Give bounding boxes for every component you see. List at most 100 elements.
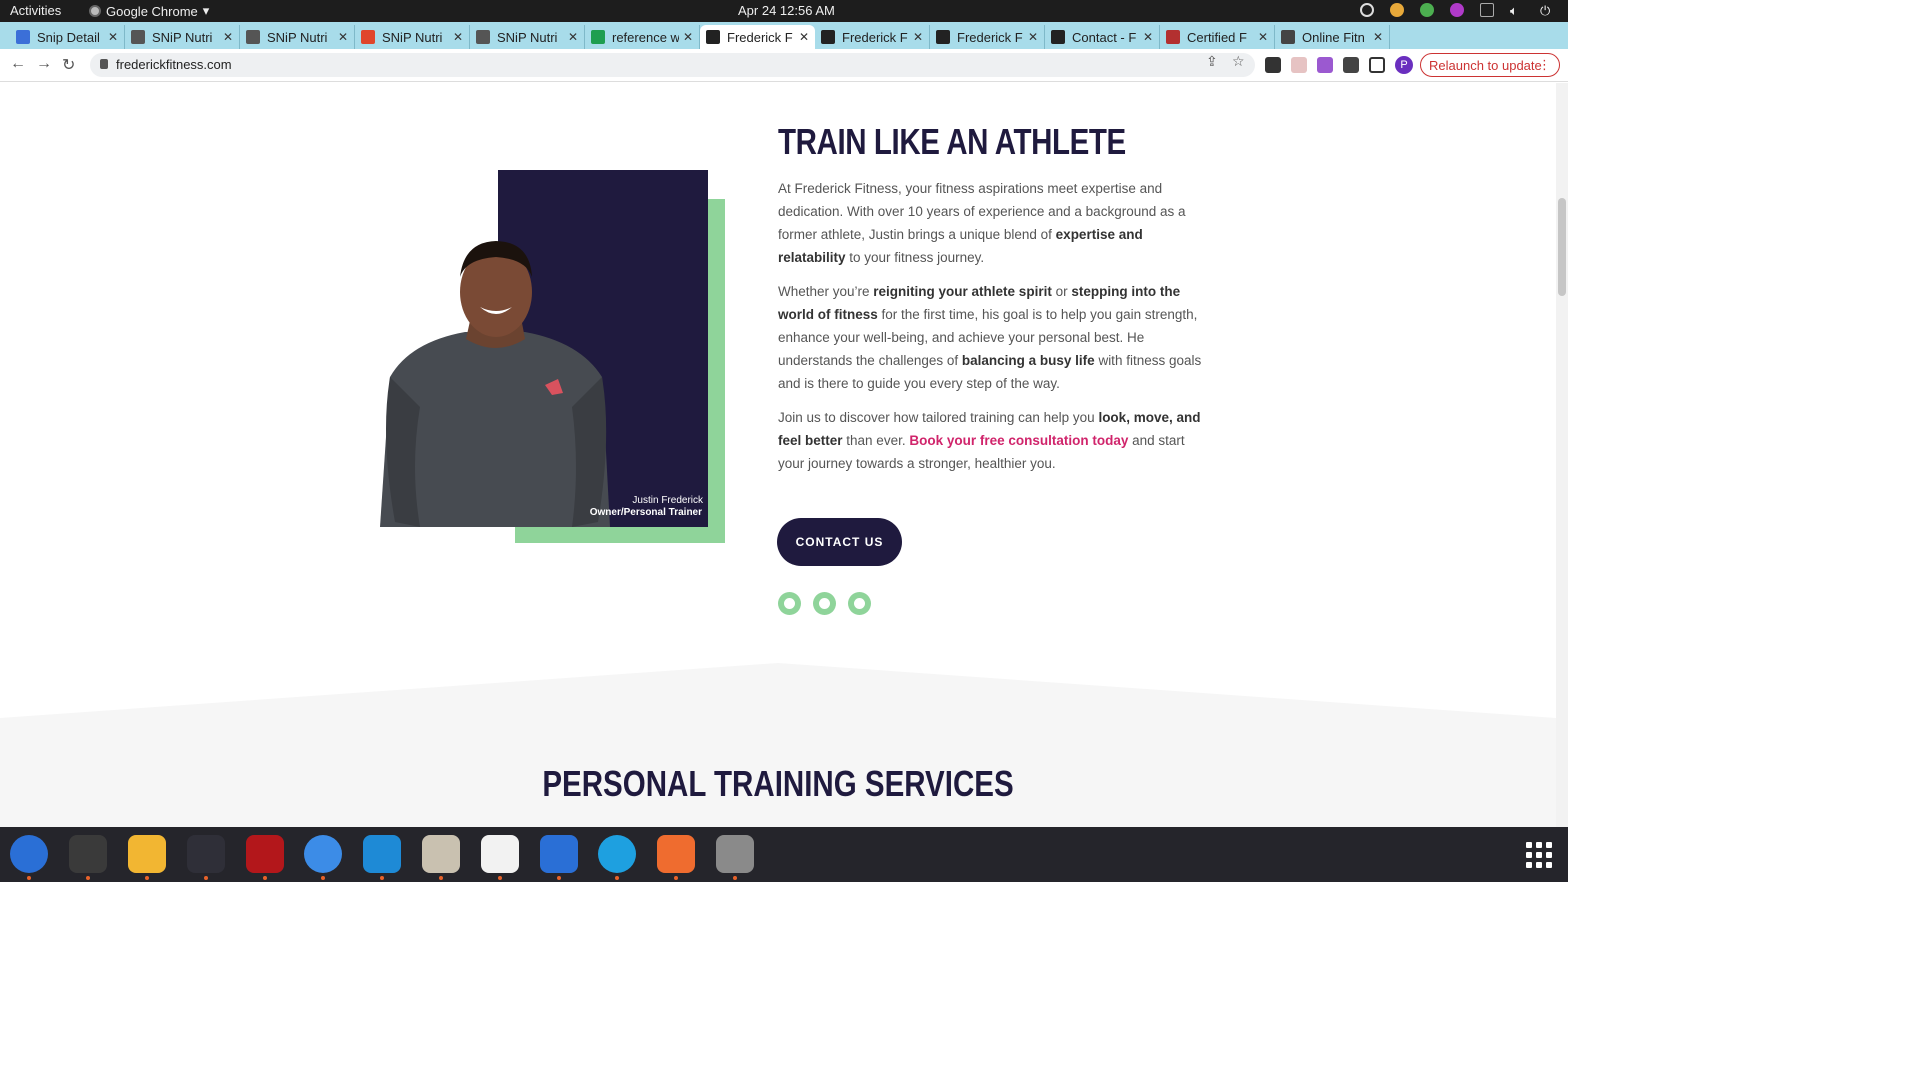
chrome-icon[interactable] (304, 835, 342, 873)
vscode-icon[interactable] (363, 835, 401, 873)
browser-tab[interactable]: reference w ✕ (585, 25, 700, 49)
browser-tab[interactable]: Frederick F ✕ (930, 25, 1045, 49)
intro-paragraph: At Frederick Fitness, your fitness aspir… (778, 181, 1186, 265)
bookmark-star-icon[interactable]: ☆ (1232, 53, 1245, 70)
facebook-icon[interactable] (778, 592, 801, 615)
tab-favicon-icon (16, 30, 30, 44)
browser-tab[interactable]: Frederick F ✕ (815, 25, 930, 49)
activities-button[interactable]: Activities (10, 3, 61, 18)
disk-utility-icon[interactable] (716, 835, 754, 873)
share-icon[interactable]: ⇪ (1206, 53, 1218, 70)
consultation-link[interactable]: Book your free consultation today (909, 433, 1128, 448)
twitter-icon[interactable] (813, 592, 836, 615)
filezilla-icon[interactable] (246, 835, 284, 873)
chrome-tray-icon[interactable] (1390, 3, 1404, 17)
running-indicator (204, 876, 208, 880)
browser-tab[interactable]: Snip Detail ✕ (10, 25, 125, 49)
relaunch-button[interactable]: Relaunch to update ⋮ (1420, 53, 1560, 77)
tab-close-icon[interactable]: ✕ (453, 30, 463, 44)
trainer-photo (380, 241, 610, 527)
tab-close-icon[interactable]: ✕ (913, 30, 923, 44)
tab-close-icon[interactable]: ✕ (1143, 30, 1153, 44)
tab-favicon-icon (361, 30, 375, 44)
tab-close-icon[interactable]: ✕ (223, 30, 233, 44)
puzzle-extensions-icon[interactable] (1343, 57, 1359, 73)
running-indicator (557, 876, 561, 880)
tab-close-icon[interactable]: ✕ (338, 30, 348, 44)
dock (0, 827, 1568, 882)
tab-label: SNiP Nutri (382, 29, 443, 45)
pen-extension-icon[interactable] (1317, 57, 1333, 73)
tab-strip: Snip Detail ✕ SNiP Nutri ✕ SNiP Nutri ✕ SNiP N… (0, 22, 1568, 67)
tab-close-icon[interactable]: ✕ (683, 30, 693, 44)
running-indicator (321, 876, 325, 880)
status-icon[interactable] (1360, 3, 1374, 17)
browser-tab[interactable]: Contact - F ✕ (1045, 25, 1160, 49)
power-icon[interactable]: ⏻ (1540, 3, 1554, 18)
tab-close-icon[interactable]: ✕ (1258, 30, 1268, 44)
tab-favicon-icon (1166, 30, 1180, 44)
tab-label: Frederick F (727, 29, 793, 45)
calculator-icon[interactable] (128, 835, 166, 873)
running-indicator (86, 876, 90, 880)
tab-close-icon[interactable]: ✕ (568, 30, 578, 44)
running-indicator (263, 876, 267, 880)
browser-tab[interactable]: SNiP Nutri ✕ (125, 25, 240, 49)
instagram-icon[interactable] (848, 592, 871, 615)
running-indicator (439, 876, 443, 880)
forward-button[interactable]: → (36, 55, 52, 73)
clock[interactable]: Apr 24 12:56 AM (738, 3, 835, 18)
calendar-extension-icon[interactable] (1291, 57, 1307, 73)
tab-close-icon[interactable]: ✕ (1373, 30, 1383, 44)
page-scrollbar[interactable] (1556, 83, 1568, 827)
tab-label: Frederick F (957, 29, 1023, 45)
libreoffice-writer-icon[interactable] (540, 835, 578, 873)
thunderbird-icon[interactable] (10, 835, 48, 873)
browser-toolbar: ← → ↻ frederickfitness.com ⇪ ☆ P Relaunc… (0, 49, 1568, 82)
system-top-bar: Activities Google Chrome ▾ Apr 24 12:56 … (0, 0, 1568, 22)
tab-close-icon[interactable]: ✕ (1028, 30, 1038, 44)
terminal-icon[interactable] (69, 835, 107, 873)
browser-tab[interactable]: SNiP Nutri ✕ (355, 25, 470, 49)
reload-button[interactable]: ↻ (62, 55, 75, 75)
tab-close-icon[interactable]: ✕ (799, 30, 809, 44)
contact-us-button[interactable]: CONTACT US (777, 518, 902, 566)
cta-paragraph: Join us to discover how tailored trainin… (778, 410, 1201, 471)
network-icon[interactable] (1480, 3, 1494, 17)
scrollbar-thumb[interactable] (1558, 198, 1566, 296)
web-page: Justin Frederick Owner/Personal Trainer … (0, 83, 1556, 827)
eyedropper-extension-icon[interactable] (1265, 57, 1281, 73)
browser-tab[interactable]: Online Fitn ✕ (1275, 25, 1390, 49)
postman-icon[interactable] (657, 835, 695, 873)
chrome-small-icon (89, 5, 101, 17)
tab-favicon-icon (936, 30, 950, 44)
volume-icon[interactable]: 🔈︎ (1510, 3, 1524, 18)
running-indicator (380, 876, 384, 880)
browser-tab[interactable]: SNiP Nutri ✕ (240, 25, 355, 49)
system-tray: 🔈︎ ⏻ (1360, 3, 1554, 18)
tab-favicon-icon (706, 30, 720, 44)
address-bar[interactable]: frederickfitness.com (90, 53, 1255, 77)
show-apps-icon[interactable] (1526, 842, 1552, 868)
kebab-menu-icon[interactable]: ⋮ (1538, 57, 1551, 73)
tab-label: Certified F (1187, 29, 1247, 45)
lock-icon[interactable] (100, 59, 108, 69)
app-menu[interactable]: Google Chrome ▾ (89, 3, 209, 19)
extension-tray-icon[interactable] (1450, 3, 1464, 17)
side-panel-icon[interactable] (1369, 57, 1385, 73)
goal-paragraph: Whether you’re reigniting your athlete s… (778, 284, 1202, 391)
files-icon[interactable] (422, 835, 460, 873)
text-editor-icon[interactable] (481, 835, 519, 873)
tab-close-icon[interactable]: ✕ (108, 30, 118, 44)
url-text[interactable]: frederickfitness.com (116, 57, 232, 72)
back-button[interactable]: ← (10, 55, 26, 73)
running-indicator (615, 876, 619, 880)
browser-tab[interactable]: Frederick F ✕ (700, 25, 815, 49)
profile-avatar[interactable]: P (1395, 56, 1413, 74)
check-tray-icon[interactable] (1420, 3, 1434, 17)
browser-tab[interactable]: SNiP Nutri ✕ (470, 25, 585, 49)
system-monitor-icon[interactable] (187, 835, 225, 873)
app-name: Google Chrome (106, 3, 198, 19)
skype-icon[interactable] (598, 835, 636, 873)
browser-tab[interactable]: Certified F ✕ (1160, 25, 1275, 49)
